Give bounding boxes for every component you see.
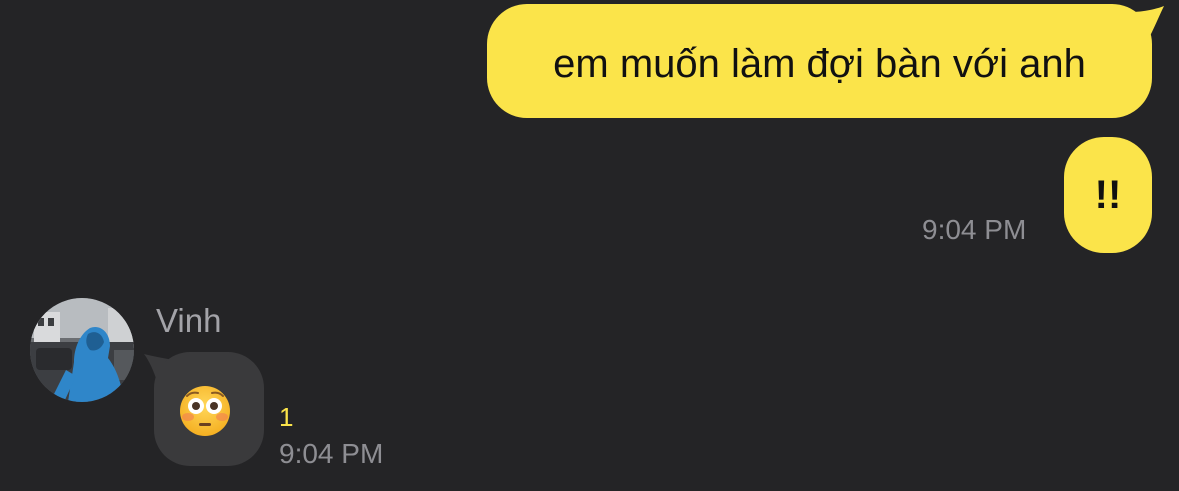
message-timestamp: 9:04 PM — [922, 214, 1027, 245]
unread-count: 1 — [279, 402, 294, 432]
outgoing-message-bubble[interactable]: !! — [1064, 137, 1152, 253]
message-text: em muốn làm đợi bàn với anh — [553, 42, 1086, 86]
bubble-tail-icon — [1130, 6, 1164, 36]
message-text: !! — [1094, 173, 1122, 217]
flushed-face-emoji-icon — [180, 386, 230, 436]
chat-thread: em muốn làm đợi bàn với anh !! 9:04 PM V… — [0, 0, 1179, 491]
avatar[interactable] — [30, 298, 134, 402]
message-timestamp: 9:04 PM — [279, 438, 384, 469]
sender-name: Vinh — [156, 302, 222, 339]
outgoing-message-bubble[interactable]: em muốn làm đợi bàn với anh — [487, 4, 1152, 118]
profile-photo-icon — [30, 298, 134, 402]
